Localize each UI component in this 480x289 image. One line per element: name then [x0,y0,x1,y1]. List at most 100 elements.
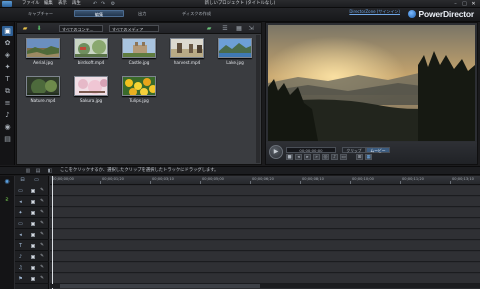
menu-file[interactable]: ファイル [22,1,40,7]
library-scrollbar[interactable] [256,35,260,163]
stop-button[interactable]: ■ [286,154,293,160]
snapshot-button[interactable]: ◎ [322,154,329,160]
add-folder-icon[interactable]: ▰ [205,25,213,32]
insert-clip-icon[interactable]: ◧ [46,168,54,174]
track-lock-icon[interactable]: ✎ [39,210,45,216]
menu-edit[interactable]: 編集 [44,1,53,7]
timeline-mode-icon[interactable]: ▥ [24,168,32,174]
fast-forward-button[interactable]: » [313,154,320,160]
content-filter-dropdown[interactable]: すべてのコンテ… [59,25,103,32]
track-lock-icon[interactable]: ✎ [39,199,45,205]
voice-track[interactable] [50,252,480,262]
timeline-zoom-icon[interactable]: ⊟ [19,177,26,183]
music-track-header: ♫ ✎ [15,263,49,273]
menu-playback[interactable]: 再生 [72,1,81,7]
media-thumbnail [26,76,60,96]
resize-icon[interactable]: ⇲ [247,25,255,32]
track-enable-checkbox[interactable] [31,189,35,193]
tab-produce[interactable]: 出力 [134,10,150,17]
tab-edit[interactable]: 編集 [74,10,124,17]
undo-icon[interactable]: ↶ [92,1,98,7]
tab-capture[interactable]: キャプチャー [24,10,57,17]
play-button[interactable]: ▶ [269,145,283,159]
prev-frame-button[interactable]: ◂ [295,154,302,160]
undock-button[interactable]: ▭ [340,154,347,160]
chapter-track[interactable] [50,274,480,284]
music-track[interactable] [50,263,480,273]
track-lock-icon[interactable]: ✎ [39,232,45,238]
track-enable-checkbox[interactable] [31,244,35,248]
room-toolbar: ▣ ✿ ◈ ✦ T ⧉ ≡ ♪ ◉ ▤ [0,22,15,165]
audio-track-1[interactable] [50,197,480,207]
timeline-panel: ◉ ƨ ⊟ ▭ ▭ ✎ ◂ ✎ ✦ ✎ ▭ ✎ ◂ ✎ T ✎ ♪ ✎ ♫ ✎ … [0,176,480,289]
tab-create-disc[interactable]: ディスクの作成 [178,10,215,17]
minimize-button[interactable]: – [452,1,459,7]
track-lock-icon[interactable]: ✎ [39,265,45,271]
track-enable-checkbox[interactable] [31,200,35,204]
audio-track-2[interactable] [50,230,480,240]
import-folder-icon[interactable]: ▰ [21,25,29,32]
media-item[interactable]: Tulips.jpg [119,76,159,103]
snap-icon[interactable]: ƨ [2,196,12,204]
track-enable-checkbox[interactable] [31,266,35,270]
particle-room-icon[interactable]: ✦ [2,62,13,72]
track-manager-icon[interactable]: ◉ [2,178,12,186]
track-enable-checkbox[interactable] [31,255,35,259]
media-item[interactable]: harvest.mp4 [167,38,207,65]
close-button[interactable]: ✕ [470,1,477,7]
volume-button[interactable]: ♪ [331,154,338,160]
track-enable-checkbox[interactable] [31,277,35,281]
subtitle-room-icon[interactable]: ▤ [2,134,13,144]
effect-track[interactable] [50,208,480,218]
timecode-display[interactable]: 00;00;00;00 [286,147,336,153]
track-lock-icon[interactable]: ✎ [39,254,45,260]
directorzone-link[interactable]: DirectorZone (サインイン) [349,9,400,15]
menu-view[interactable]: 表示 [58,1,67,7]
transition-room-icon[interactable]: ⧉ [2,86,13,96]
title-track[interactable] [50,241,480,251]
redo-icon[interactable]: ↷ [100,1,106,7]
video-track-2[interactable] [50,219,480,229]
movie-mode-toggle[interactable]: ムービー [366,147,390,153]
display-options-icon[interactable]: ▦ [365,154,372,160]
timeline-scrollbar[interactable] [50,284,480,288]
view-mode-icon[interactable]: ▦ [235,25,243,32]
media-name: Sakura.jpg [79,98,103,103]
track-lock-icon[interactable]: ✎ [39,243,45,249]
media-name: Castle.jpg [128,60,150,65]
pip-room-icon[interactable]: ◈ [2,50,13,60]
effect-room-icon[interactable]: ✿ [2,38,13,48]
video-track-1[interactable] [50,186,480,196]
title-room-icon[interactable]: T [2,74,13,84]
media-room-icon[interactable]: ▣ [2,26,13,36]
video-track-icon: ▭ [18,188,23,194]
voiceover-icon[interactable]: ♪ [2,110,13,120]
media-item[interactable]: Nature.mp4 [23,76,63,103]
timeline-ruler[interactable]: 00;00;00;00 00;00;01;20 00;00;03;10 00;0… [50,176,480,185]
media-item[interactable]: birdsoft.mp4 [71,38,111,65]
timeline-scroll-thumb[interactable] [60,284,260,288]
track-enable-checkbox[interactable] [31,233,35,237]
clip-mode-toggle[interactable]: クリップ [342,147,366,153]
zoom-fit-button[interactable]: ⊞ [356,154,363,160]
media-filter-dropdown[interactable]: すべてのメディア [109,25,159,32]
track-lock-icon[interactable]: ✎ [39,276,45,282]
track-enable-checkbox[interactable] [31,222,35,226]
maximize-button[interactable]: □ [461,1,468,7]
timeline-playhead[interactable] [52,176,53,289]
chapter-room-icon[interactable]: ◉ [2,122,13,132]
media-item[interactable]: Lake.jpg [215,38,255,65]
track-enable-checkbox[interactable] [31,211,35,215]
media-item[interactable]: Castle.jpg [119,38,159,65]
download-media-icon[interactable]: ⬇ [35,25,43,32]
library-menu-icon[interactable]: ☰ [221,25,229,32]
track-lock-icon[interactable]: ✎ [39,188,45,194]
next-frame-button[interactable]: ▸ [304,154,311,160]
audio-mixing-icon[interactable]: ≡ [2,98,13,108]
track-lock-icon[interactable]: ✎ [39,221,45,227]
settings-icon[interactable]: ⚙ [110,1,116,7]
timeline-settings-icon[interactable]: ▭ [33,177,40,183]
media-item[interactable]: Sakura.jpg [71,76,111,103]
storyboard-mode-icon[interactable]: ▤ [34,168,42,174]
media-item[interactable]: Aerial.jpg [23,38,63,65]
